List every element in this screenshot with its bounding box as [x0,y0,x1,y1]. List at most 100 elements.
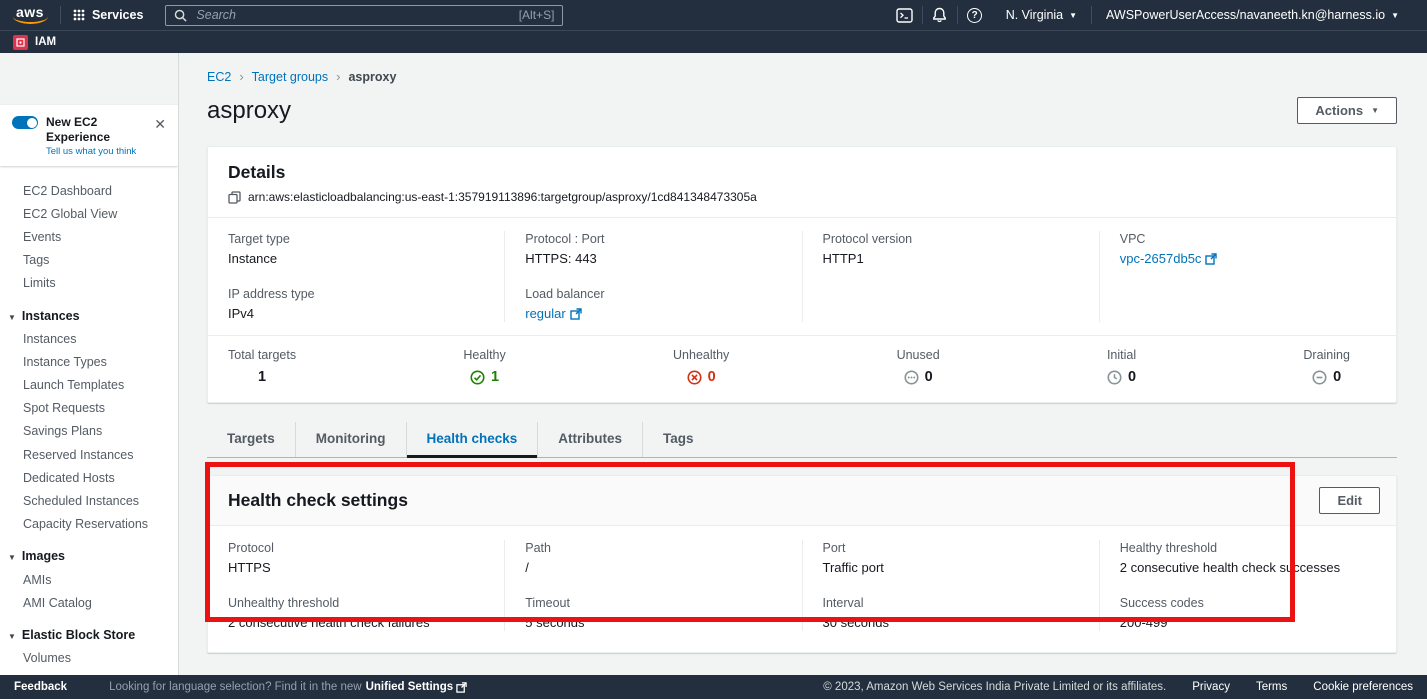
breadcrumb-separator-icon: › [239,69,243,84]
favorites-bar: IAM [0,30,1427,53]
field-healthy-threshold: Healthy threshold 2 consecutive health c… [1120,540,1376,576]
terms-link[interactable]: Terms [1256,681,1287,693]
services-menu[interactable]: Services [73,8,143,22]
sidebar-item-ec2-dashboard[interactable]: EC2 Dashboard [0,179,178,202]
field-unhealthy-threshold: Unhealthy threshold 2 consecutive health… [228,595,484,631]
sidebar-section-instances[interactable]: ▼Instances [0,304,178,327]
tab-health-checks[interactable]: Health checks [406,422,538,457]
breadcrumb-current: asproxy [348,70,396,84]
aws-console-window: aws Services [Alt+S] ? [0,0,1427,699]
sidebar-item-ami-catalog[interactable]: AMI Catalog [0,591,178,614]
sidebar-item-spot-requests[interactable]: Spot Requests [0,397,178,420]
tab-targets[interactable]: Targets [207,422,295,457]
search-shortcut-hint: [Alt+S] [519,8,555,22]
healthy-check-circle-icon [470,370,485,385]
feedback-button[interactable]: Feedback [14,681,67,693]
sidebar-item-dedicated-hosts[interactable]: Dedicated Hosts [0,466,178,489]
sidebar-section-elastic-block-store[interactable]: ▼Elastic Block Store [0,623,178,646]
sidebar-item-reserved-instances[interactable]: Reserved Instances [0,443,178,466]
favorite-iam-link[interactable]: IAM [13,35,56,50]
tell-us-link[interactable]: Tell us what you think [46,146,144,157]
search-icon [174,9,187,22]
field-port: Port Traffic port [823,540,1079,576]
vpc-link[interactable]: vpc-2657db5c [1120,250,1218,267]
sidebar-item-savings-plans[interactable]: Savings Plans [0,420,178,443]
target-group-arn: arn:aws:elasticloadbalancing:us-east-1:3… [248,190,757,204]
sidebar-item-launch-templates[interactable]: Launch Templates [0,374,178,397]
page-header: asproxy Actions ▼ [207,97,1397,125]
stat-draining: Draining 0 [1303,348,1350,385]
new-experience-toggle[interactable] [12,116,38,129]
unhealthy-x-circle-icon [687,370,702,385]
region-label: N. Virginia [1006,8,1063,22]
health-check-column-3: Port Traffic port Interval 30 seconds [802,540,1099,631]
sidebar-item-ec2-global-view[interactable]: EC2 Global View [0,202,178,225]
stat-initial: Initial 0 [1107,348,1136,385]
stat-total-targets: Total targets 1 [228,348,296,385]
new-experience-panel: New EC2 Experience Tell us what you thin… [0,105,178,166]
details-fields: Target type Instance IP address type IPv… [208,218,1396,335]
global-search[interactable]: [Alt+S] [165,5,563,26]
sidebar-item-instance-types[interactable]: Instance Types [0,350,178,373]
field-protocol-port: Protocol : Port HTTPS: 443 [525,231,781,267]
unused-ellipsis-circle-icon [904,370,919,385]
sidebar-item-tags[interactable]: Tags [0,249,178,272]
field-vpc: VPC vpc-2657db5c [1120,231,1376,267]
sidebar-item-events[interactable]: Events [0,225,178,248]
stat-unused: Unused 0 [897,348,940,385]
sidebar-item-instances[interactable]: Instances [0,327,178,350]
tab-tags[interactable]: Tags [642,422,714,457]
health-check-column-4: Healthy threshold 2 consecutive health c… [1099,540,1396,631]
close-icon[interactable]: ✕ [152,117,168,131]
details-column-3: Protocol version HTTP1 [802,231,1099,322]
sidebar-item-volumes[interactable]: Volumes [0,647,178,670]
details-title: Details [228,162,1376,183]
tab-attributes[interactable]: Attributes [537,422,642,457]
tab-bar: Targets Monitoring Health checks Attribu… [207,422,1397,458]
load-balancer-link[interactable]: regular [525,305,581,322]
cloudshell-button[interactable] [888,0,922,30]
health-check-title: Health check settings [228,490,408,511]
top-navigation-bar: aws Services [Alt+S] ? [0,0,1427,30]
edit-button[interactable]: Edit [1319,487,1380,514]
field-interval: Interval 30 seconds [823,595,1079,631]
breadcrumb-target-groups[interactable]: Target groups [252,70,328,84]
sidebar-item-limits[interactable]: Limits [0,272,178,295]
health-check-column-2: Path / Timeout 5 seconds [504,540,801,631]
sidebar-item-scheduled-instances[interactable]: Scheduled Instances [0,489,178,512]
language-selection-note: Looking for language selection? Find it … [109,681,467,693]
question-mark-icon: ? [967,8,982,23]
chevron-down-icon: ▼ [1371,106,1379,115]
privacy-link[interactable]: Privacy [1192,681,1230,693]
footer-bar: Feedback Looking for language selection?… [0,675,1427,699]
field-timeout: Timeout 5 seconds [525,595,781,631]
account-menu[interactable]: AWSPowerUserAccess/navaneeth.kn@harness.… [1092,8,1413,22]
health-check-column-1: Protocol HTTPS Unhealthy threshold 2 con… [208,540,504,631]
page-title: asproxy [207,97,291,125]
aws-logo[interactable]: aws [12,4,48,26]
actions-button[interactable]: Actions ▼ [1297,97,1397,124]
chevron-down-icon: ▼ [1069,11,1077,20]
cookie-preferences-link[interactable]: Cookie preferences [1313,681,1413,693]
iam-service-icon [13,35,28,50]
breadcrumb-ec2[interactable]: EC2 [207,70,231,84]
field-load-balancer: Load balancer regular [525,286,781,322]
chevron-down-icon: ▼ [1391,11,1399,20]
draining-minus-circle-icon [1312,370,1327,385]
triangle-down-icon: ▼ [8,553,16,562]
health-check-header: Health check settings Edit [208,476,1396,526]
services-grid-icon [73,9,85,21]
sidebar-item-amis[interactable]: AMIs [0,568,178,591]
region-selector[interactable]: N. Virginia ▼ [992,8,1091,22]
unified-settings-link[interactable]: Unified Settings [366,681,468,693]
tab-monitoring[interactable]: Monitoring [295,422,406,457]
search-input[interactable] [194,7,511,23]
top-nav-utilities: ? N. Virginia ▼ AWSPowerUserAccess/navan… [888,0,1413,30]
copy-icon[interactable] [228,191,241,204]
help-button[interactable]: ? [958,0,992,30]
sidebar-section-images[interactable]: ▼Images [0,545,178,568]
breadcrumb: EC2 › Target groups › asproxy [207,69,1397,84]
notifications-bell-button[interactable] [923,0,957,30]
sidebar-item-capacity-reservations[interactable]: Capacity Reservations [0,513,178,536]
external-link-icon [1205,253,1217,265]
